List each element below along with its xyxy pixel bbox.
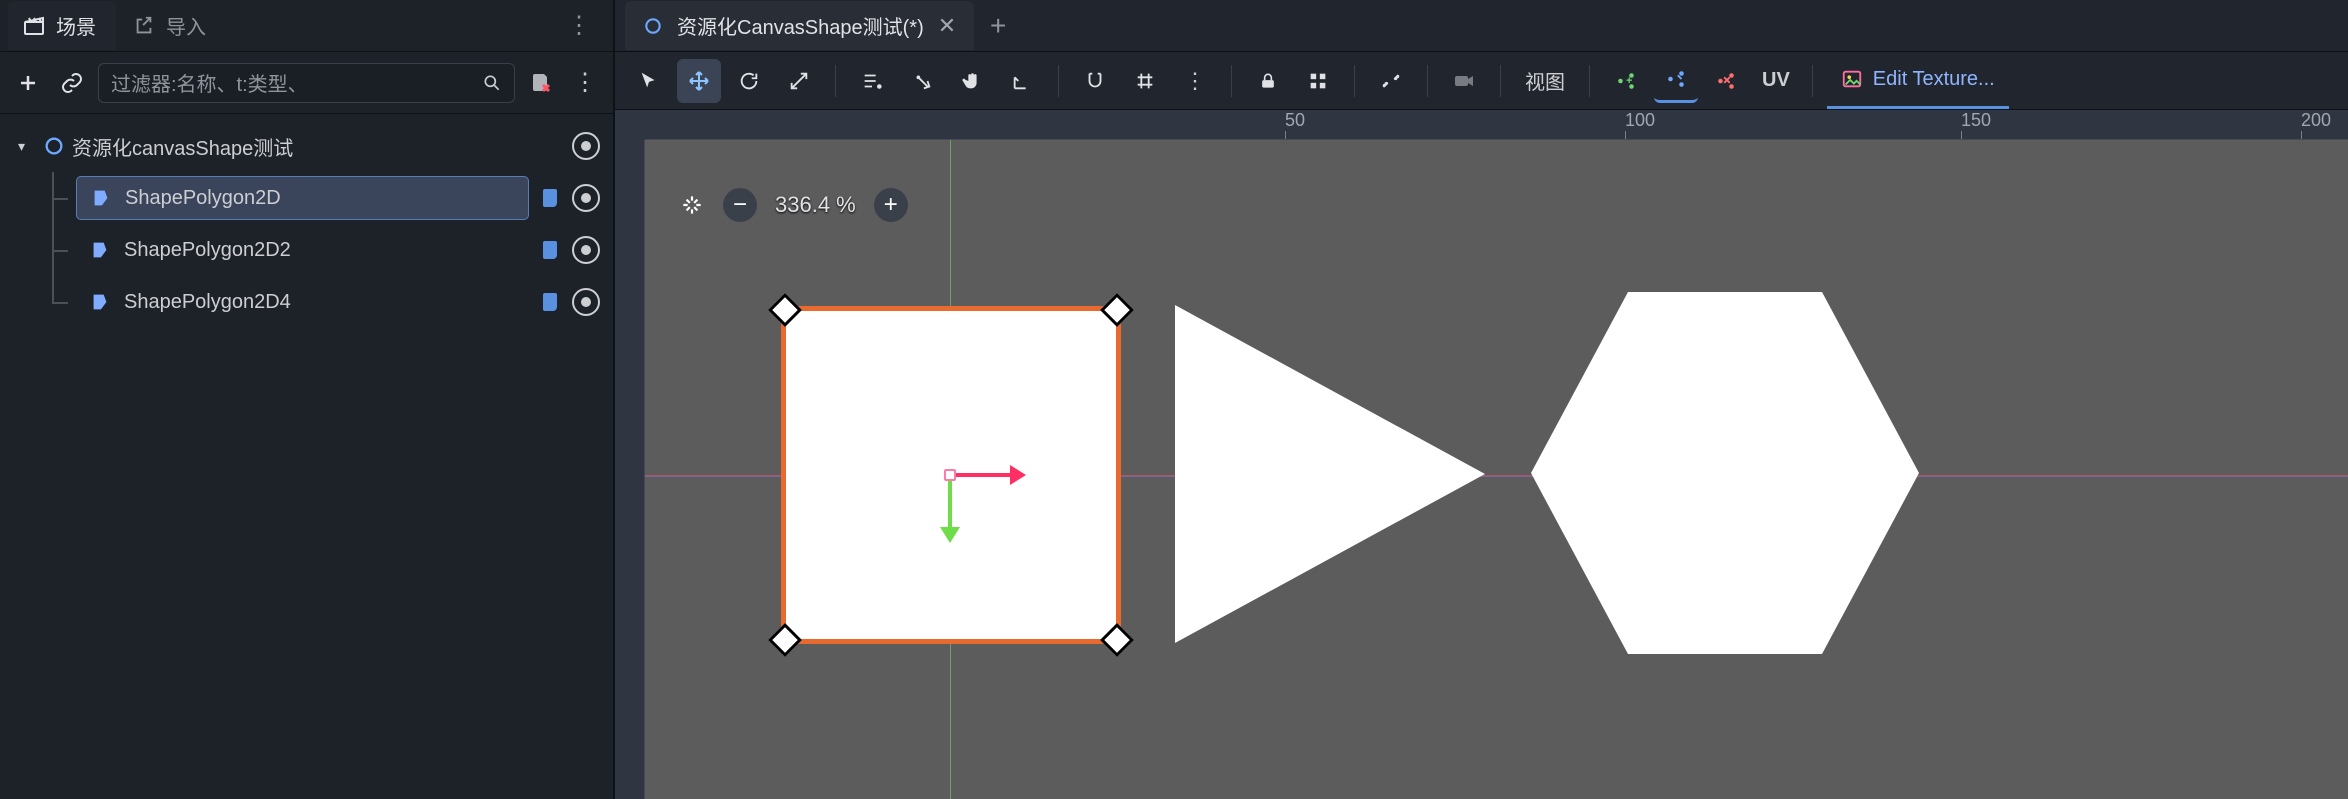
import-icon (132, 14, 156, 38)
add-scene-tab-button[interactable]: + (978, 6, 1018, 46)
ruler-horizontal[interactable]: 50 100 150 200 (645, 110, 2348, 140)
tree-node-shapepolygon2d4[interactable]: ShapePolygon2D4 (0, 276, 613, 328)
rotate-tool[interactable] (727, 59, 771, 103)
node2d-icon (641, 14, 665, 38)
polygon2d-icon (88, 290, 112, 314)
scene-toolbar-menu[interactable]: ⋮ (567, 65, 603, 101)
add-node-button[interactable] (10, 65, 46, 101)
camera-button[interactable] (1442, 59, 1486, 103)
group-button[interactable] (1296, 59, 1340, 103)
zoom-in-button[interactable]: + (874, 188, 908, 222)
tab-scene-label: 场景 (56, 11, 96, 40)
script-icon[interactable] (535, 235, 565, 265)
tree-node-shapepolygon2d2[interactable]: ShapePolygon2D2 (0, 224, 613, 276)
script-icon[interactable] (535, 287, 565, 317)
ruler-tool[interactable] (1000, 59, 1044, 103)
scene-tabs: 资源化CanvasShape测试(*) ✕ + (615, 0, 2348, 52)
polygon-create-mode[interactable]: + (1604, 59, 1648, 103)
polygon2d-icon (89, 186, 113, 210)
tree-branch (40, 224, 70, 276)
pivot-tool[interactable] (900, 59, 944, 103)
visibility-toggle[interactable] (571, 131, 601, 161)
center-view-button[interactable] (679, 192, 705, 218)
search-icon (482, 73, 502, 93)
ruler-tick-label: 100 (1625, 110, 1655, 130)
tab-import[interactable]: 导入 (118, 1, 226, 50)
tree-root-node[interactable]: ▾ 资源化canvasShape测试 (0, 120, 613, 172)
close-tab-button[interactable]: ✕ (936, 13, 958, 39)
polygon2d-icon (88, 238, 112, 262)
grid-snap-toggle[interactable] (1123, 59, 1167, 103)
move-tool[interactable] (677, 59, 721, 103)
scale-tool[interactable] (777, 59, 821, 103)
gizmo-origin[interactable] (944, 469, 956, 481)
tree-node-shapepolygon2d[interactable]: ShapePolygon2D (0, 172, 613, 224)
edit-texture-button[interactable]: Edit Texture... (1827, 52, 2009, 109)
snap-toggle[interactable] (1073, 59, 1117, 103)
ruler-corner (615, 110, 645, 140)
list-select-tool[interactable] (850, 59, 894, 103)
visibility-toggle[interactable] (571, 287, 601, 317)
lock-button[interactable] (1246, 59, 1290, 103)
gizmo-x-arrow[interactable] (950, 473, 1022, 477)
scene-dock: 场景 导入 ⋮ 过滤器:名称、t:类型、 ⋮ ▾ (0, 0, 615, 799)
visibility-toggle[interactable] (571, 235, 601, 265)
scene-tab-title: 资源化CanvasShape测试(*) (677, 11, 924, 40)
shape-hexagon[interactable] (1531, 292, 1919, 654)
tree-node-label: ShapePolygon2D (125, 187, 281, 210)
ruler-tick-label: 50 (1285, 110, 1305, 130)
dock-menu-button[interactable]: ⋮ (555, 5, 605, 46)
ruler-vertical[interactable] (615, 140, 645, 799)
filter-input[interactable]: 过滤器:名称、t:类型、 (98, 63, 515, 103)
zoom-level[interactable]: 336.4 % (775, 192, 856, 218)
clapperboard-icon (22, 14, 46, 38)
canvas[interactable]: − 336.4 % + (645, 140, 2348, 799)
viewport-toolbar: ⋮ 视图 + UV Edit Texture... (615, 52, 2348, 110)
pan-tool[interactable] (950, 59, 994, 103)
visibility-toggle[interactable] (571, 183, 601, 213)
viewport[interactable]: 50 100 150 200 − 336.4 % + (615, 110, 2348, 799)
image-icon (1841, 68, 1863, 90)
uv-button[interactable]: UV (1754, 59, 1798, 103)
filter-placeholder: 过滤器:名称、t:类型、 (111, 68, 482, 97)
view-menu[interactable]: 视图 (1515, 66, 1575, 95)
viewport-overlay-controls: − 336.4 % + (679, 188, 908, 222)
zoom-out-button[interactable]: − (723, 188, 757, 222)
scene-tab[interactable]: 资源化CanvasShape测试(*) ✕ (625, 1, 974, 50)
edit-texture-label: Edit Texture... (1873, 68, 1995, 91)
tree-node-label: ShapePolygon2D4 (124, 291, 291, 314)
viewport-area: 资源化CanvasShape测试(*) ✕ + ⋮ 视图 + UV (615, 0, 2348, 799)
node2d-icon (42, 134, 66, 158)
tree-branch (40, 276, 70, 328)
dock-tabs: 场景 导入 ⋮ (0, 0, 613, 52)
snap-options[interactable]: ⋮ (1173, 59, 1217, 103)
tree-root-label: 资源化canvasShape测试 (72, 132, 293, 161)
bone-button[interactable] (1369, 59, 1413, 103)
scene-toolbar: 过滤器:名称、t:类型、 ⋮ (0, 52, 613, 114)
tree-node-label: ShapePolygon2D2 (124, 239, 291, 262)
select-tool[interactable] (627, 59, 671, 103)
ruler-tick-label: 200 (2301, 110, 2331, 130)
tab-import-label: 导入 (166, 11, 206, 40)
shape-triangle[interactable] (1175, 305, 1515, 643)
tree-branch (40, 172, 70, 224)
tab-scene[interactable]: 场景 (8, 1, 116, 50)
scene-tree: ▾ 资源化canvasShape测试 ShapePolygon2D (0, 114, 613, 799)
link-button[interactable] (54, 65, 90, 101)
ruler-tick-label: 150 (1961, 110, 1991, 130)
script-remove-button[interactable] (523, 65, 559, 101)
polygon-delete-mode[interactable] (1704, 59, 1748, 103)
chevron-down-icon[interactable]: ▾ (18, 138, 36, 155)
svg-text:+: + (1626, 74, 1632, 86)
script-icon[interactable] (535, 183, 565, 213)
polygon-edit-mode[interactable] (1654, 59, 1698, 103)
gizmo-y-arrow[interactable] (948, 475, 952, 539)
